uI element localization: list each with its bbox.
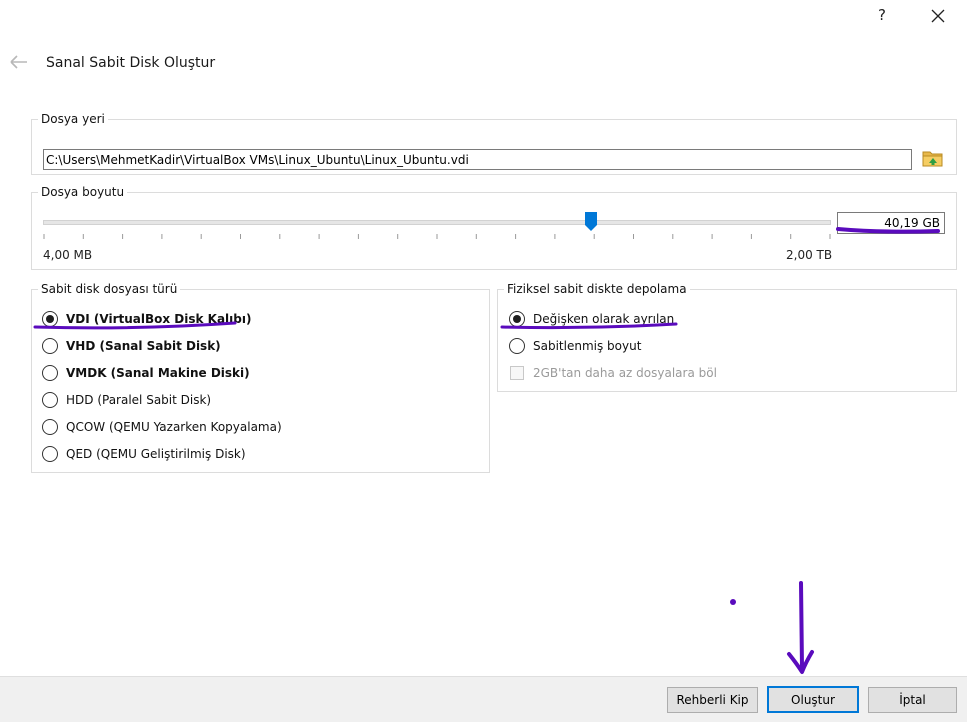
radio-indicator[interactable] [42, 392, 58, 408]
expert-mode-button[interactable]: Rehberli Kip [667, 687, 758, 713]
radio-hdd-label: HDD (Paralel Sabit Disk) [66, 393, 212, 407]
size-slider-track[interactable] [43, 220, 831, 225]
size-slider-thumb[interactable] [584, 212, 597, 231]
disk-type-title: Sabit disk dosyası türü [38, 282, 181, 297]
storage-group: Fiziksel sabit diskte depolama Değişken … [497, 282, 957, 392]
radio-vhd-label: VHD (Sanal Sabit Disk) [66, 339, 221, 353]
slider-ticks [43, 234, 831, 239]
split-files-label: 2GB'tan daha az dosyalara böl [533, 366, 717, 380]
radio-indicator[interactable] [42, 365, 58, 381]
radio-dynamic-label: Değişken olarak ayrılan [533, 312, 675, 326]
radio-indicator[interactable] [509, 338, 525, 354]
radio-indicator[interactable] [42, 446, 58, 462]
size-min-label: 4,00 MB [43, 248, 93, 262]
create-button[interactable]: Oluştur [767, 686, 859, 713]
radio-fixed-label: Sabitlenmiş boyut [533, 339, 642, 353]
footer-bar: Rehberli Kip Oluştur İptal [0, 676, 967, 722]
file-location-group: Dosya yeri [31, 112, 957, 175]
radio-indicator[interactable] [42, 311, 58, 327]
radio-qed[interactable]: QED (QEMU Geliştirilmiş Disk) [42, 444, 246, 464]
arrow-left-icon[interactable] [8, 52, 30, 72]
close-icon[interactable] [926, 4, 950, 28]
file-size-title: Dosya boyutu [38, 185, 128, 200]
radio-indicator[interactable] [509, 311, 525, 327]
radio-hdd[interactable]: HDD (Paralel Sabit Disk) [42, 390, 211, 410]
radio-qed-label: QED (QEMU Geliştirilmiş Disk) [66, 447, 246, 461]
cancel-button[interactable]: İptal [868, 687, 957, 713]
radio-qcow-label: QCOW (QEMU Yazarken Kopyalama) [66, 420, 282, 434]
radio-vdi-label: VDI (VirtualBox Disk Kalıbı) [66, 312, 252, 326]
radio-vdi[interactable]: VDI (VirtualBox Disk Kalıbı) [42, 309, 251, 329]
radio-vmdk[interactable]: VMDK (Sanal Makine Diski) [42, 363, 250, 383]
radio-vhd[interactable]: VHD (Sanal Sabit Disk) [42, 336, 221, 356]
radio-dynamic[interactable]: Değişken olarak ayrılan [509, 309, 674, 329]
annotation-down-arrow [787, 581, 814, 674]
split-files-checkbox[interactable]: 2GB'tan daha az dosyalara böl [509, 363, 717, 383]
checkbox-indicator[interactable] [510, 366, 524, 380]
radio-indicator[interactable] [42, 419, 58, 435]
file-size-group: Dosya boyutu 4,00 MB 2,00 TB 40,19 GB [31, 185, 957, 270]
wizard-title: Sanal Sabit Disk Oluştur [46, 55, 216, 71]
annotation-dot [730, 599, 736, 605]
radio-indicator[interactable] [42, 338, 58, 354]
radio-qcow[interactable]: QCOW (QEMU Yazarken Kopyalama) [42, 417, 282, 437]
radio-vmdk-label: VMDK (Sanal Makine Diski) [66, 366, 250, 380]
radio-fixed[interactable]: Sabitlenmiş boyut [509, 336, 641, 356]
folder-icon[interactable] [921, 146, 945, 170]
file-location-title: Dosya yeri [38, 112, 108, 127]
storage-title: Fiziksel sabit diskte depolama [504, 282, 690, 297]
disk-type-group: Sabit disk dosyası türü VDI (VirtualBox … [31, 282, 490, 473]
size-value-input[interactable]: 40,19 GB [837, 212, 945, 234]
file-path-input[interactable] [43, 149, 912, 170]
help-button[interactable]: ? [872, 4, 892, 26]
size-max-label: 2,00 TB [786, 248, 833, 262]
